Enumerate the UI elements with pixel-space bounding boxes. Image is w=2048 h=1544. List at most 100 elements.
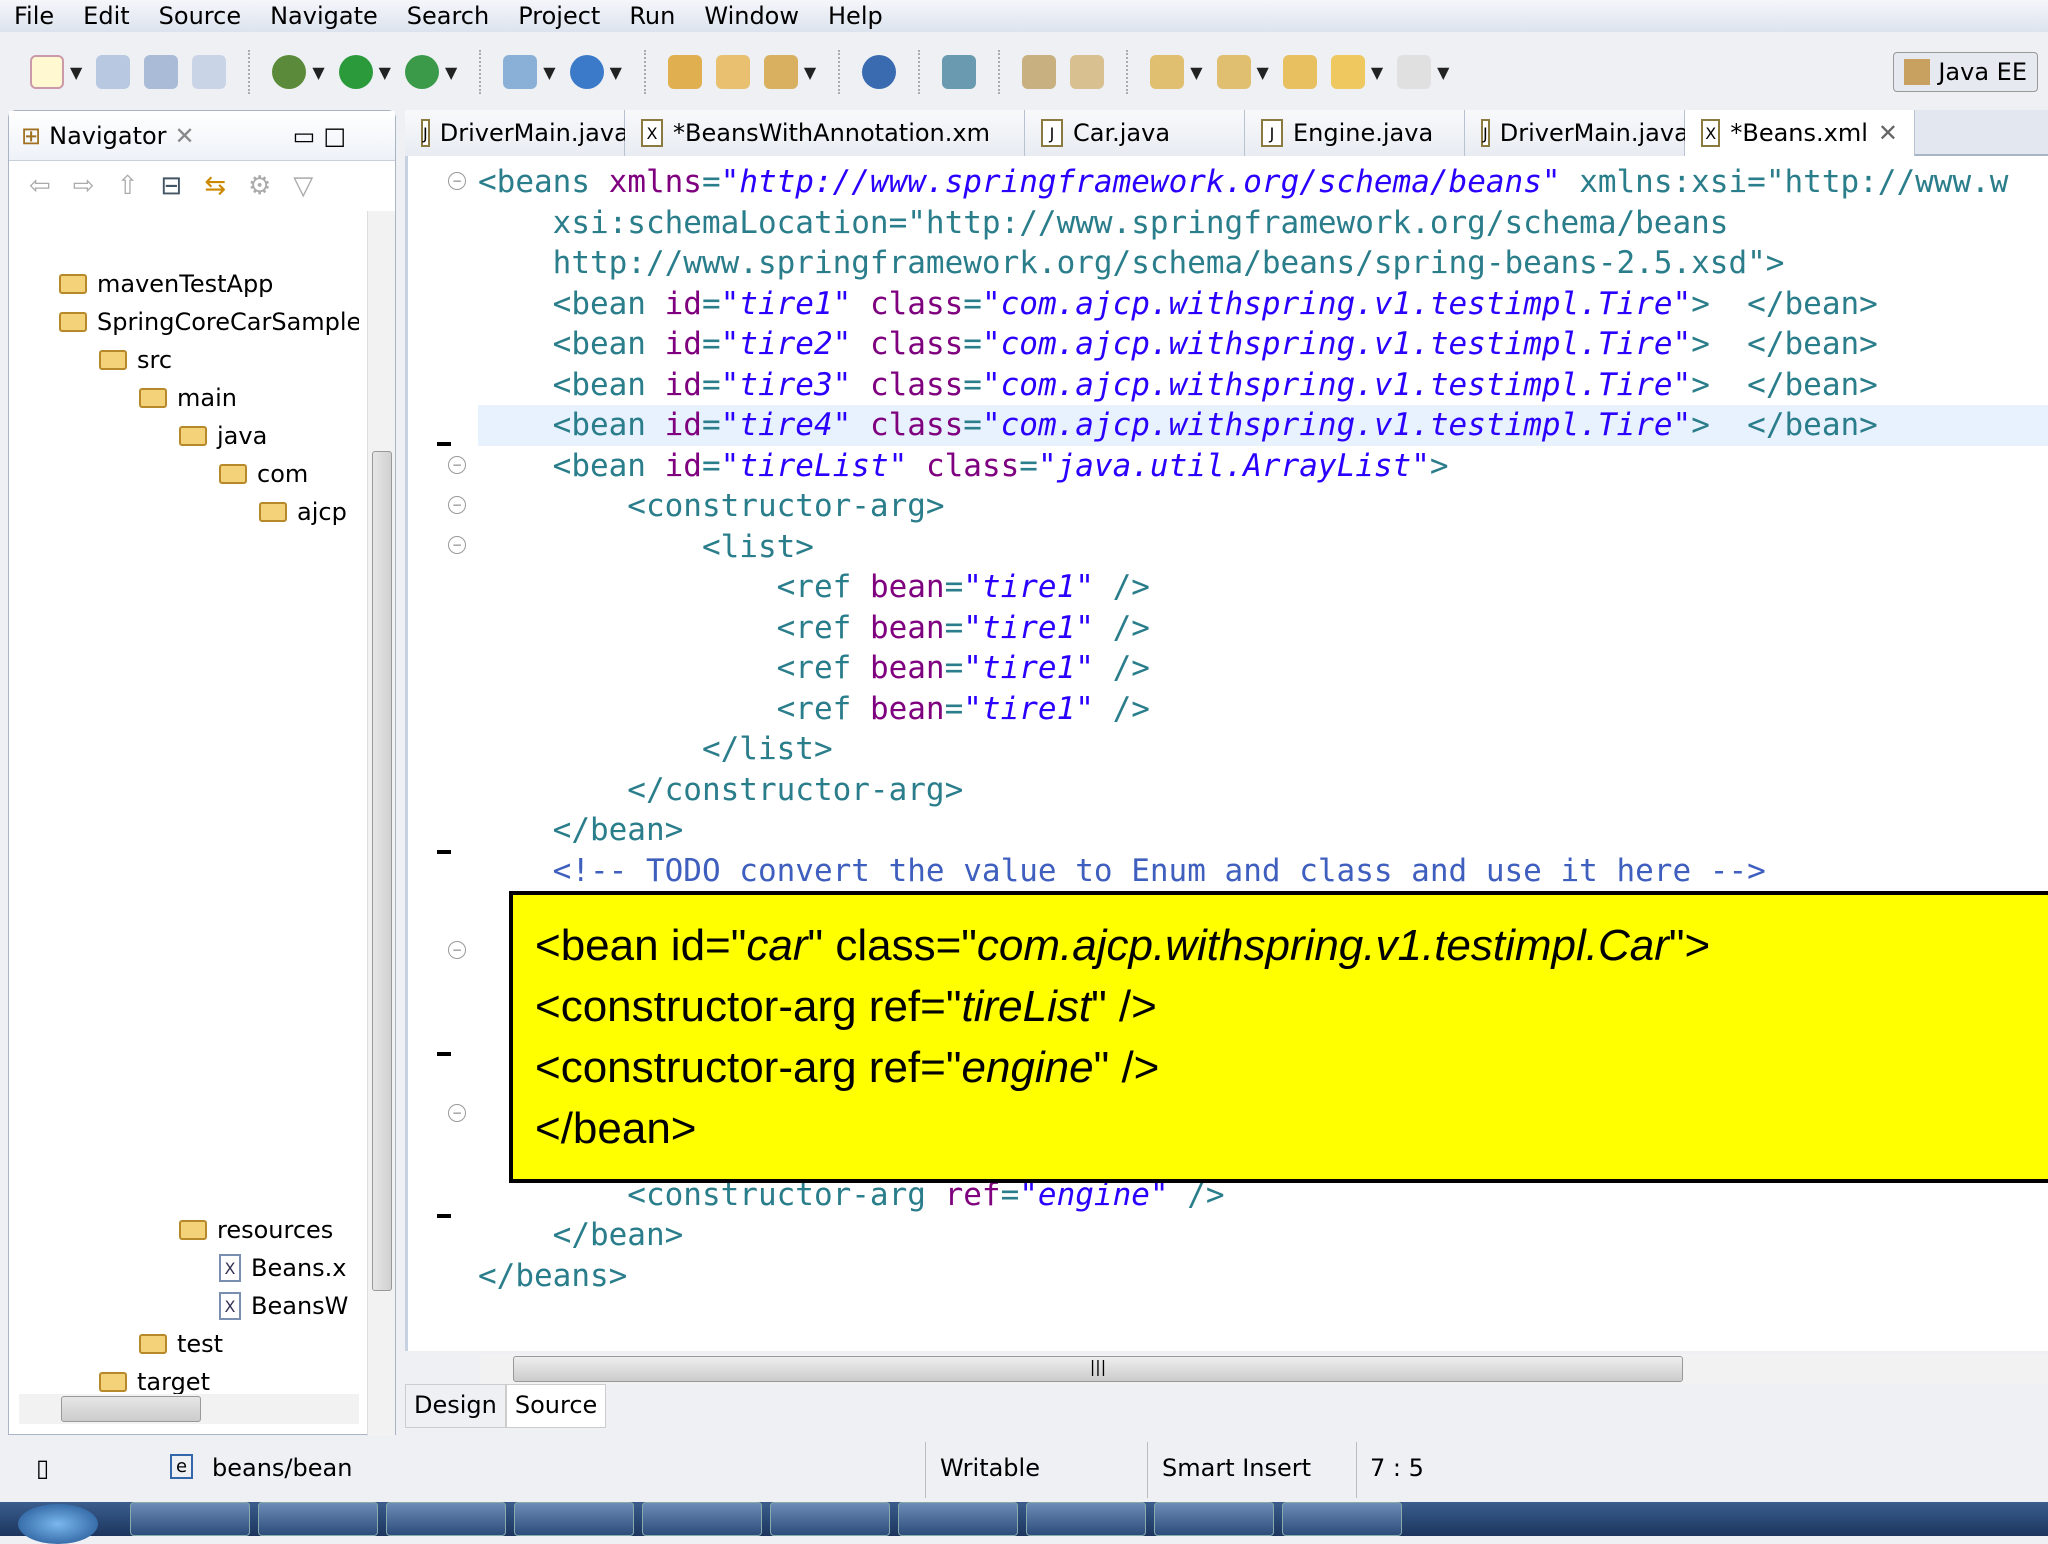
run-external-icon[interactable]: [404, 55, 439, 89]
menu-navigate[interactable]: Navigate: [270, 2, 378, 30]
scroll-thumb[interactable]: |||: [513, 1356, 1683, 1382]
up-icon[interactable]: ⇧: [117, 171, 139, 201]
fold-icon[interactable]: −: [448, 496, 466, 514]
fast-view-icon[interactable]: ▯: [36, 1454, 49, 1482]
print-icon[interactable]: [192, 55, 227, 89]
chevron-down-icon[interactable]: ▼: [379, 63, 391, 82]
editor-tab[interactable]: J DriverMain.java: [405, 110, 629, 156]
menu-search[interactable]: Search: [407, 2, 489, 30]
code-line[interactable]: <beans xmlns="http://www.springframework…: [478, 162, 2048, 203]
code-line[interactable]: <bean id="tire3" class="com.ajcp.withspr…: [478, 365, 2048, 406]
editor-horizontal-scrollbar[interactable]: |||: [480, 1354, 2048, 1384]
tree-item[interactable]: X Beans.x: [219, 1249, 346, 1287]
taskbar-powerpoint[interactable]: [1154, 1502, 1274, 1536]
code-line[interactable]: <list>: [478, 527, 2048, 568]
last-edit-icon[interactable]: [1282, 55, 1317, 89]
tree-item[interactable]: java: [179, 417, 267, 455]
code-line[interactable]: </bean>: [478, 1215, 2048, 1256]
tab-design[interactable]: Design: [405, 1384, 506, 1428]
tree-item[interactable]: main: [139, 379, 237, 417]
chevron-down-icon[interactable]: ▼: [1190, 63, 1202, 82]
tab-source[interactable]: Source: [505, 1384, 607, 1428]
chevron-down-icon[interactable]: ▼: [610, 63, 622, 82]
tree-item[interactable]: mavenTestApp: [59, 265, 273, 303]
code-line[interactable]: <bean id="tire2" class="com.ajcp.withspr…: [478, 324, 2048, 365]
code-line[interactable]: <ref bean="tire1" />: [478, 608, 2048, 649]
perspective-button[interactable]: Java EE: [1893, 52, 2038, 92]
chevron-down-icon[interactable]: ▼: [543, 63, 555, 82]
close-icon[interactable]: ✕: [175, 122, 195, 150]
code-line[interactable]: </constructor-arg>: [478, 770, 2048, 811]
tree-item[interactable]: test: [139, 1325, 223, 1363]
new-service-icon[interactable]: [569, 55, 604, 89]
menu-run[interactable]: Run: [629, 2, 675, 30]
taskbar-app[interactable]: [258, 1502, 378, 1536]
chevron-down-icon[interactable]: ▼: [70, 63, 82, 82]
taskbar-app[interactable]: [386, 1502, 506, 1536]
code-line[interactable]: <ref bean="tire1" />: [478, 648, 2048, 689]
collapse-all-icon[interactable]: ⊟: [160, 171, 182, 201]
editor-tab[interactable]: X *Beans.xml ✕: [1685, 110, 1915, 156]
editor-tab[interactable]: J Engine.java: [1245, 110, 1465, 156]
editor-tab[interactable]: J Car.java: [1025, 110, 1245, 156]
chevron-down-icon[interactable]: ▼: [1257, 63, 1269, 82]
back-icon[interactable]: [1330, 55, 1365, 89]
code-line[interactable]: <bean id="tire1" class="com.ajcp.withspr…: [478, 284, 2048, 325]
taskbar-cmd[interactable]: [1026, 1502, 1146, 1536]
close-icon[interactable]: ✕: [1878, 119, 1898, 147]
tree-item[interactable]: resources: [179, 1211, 333, 1249]
tree-item[interactable]: SpringCoreCarSample: [59, 303, 359, 341]
chevron-down-icon[interactable]: ▼: [804, 63, 816, 82]
open-task-icon[interactable]: [715, 55, 750, 89]
menu-help[interactable]: Help: [828, 2, 883, 30]
code-line[interactable]: http://www.springframework.org/schema/be…: [478, 243, 2048, 284]
taskbar-eclipse[interactable]: [898, 1502, 1018, 1536]
code-line[interactable]: </list>: [478, 729, 2048, 770]
run-icon[interactable]: [338, 55, 373, 89]
tree-item[interactable]: ajcp: [259, 493, 347, 531]
forward-icon[interactable]: ⇨: [73, 171, 95, 201]
code-line[interactable]: xsi:schemaLocation="http://www.springfra…: [478, 203, 2048, 244]
forward-icon[interactable]: [1397, 55, 1432, 89]
back-icon[interactable]: ⇦: [29, 171, 51, 201]
chevron-down-icon[interactable]: ▼: [1371, 63, 1383, 82]
toggle-mark-icon[interactable]: [1022, 55, 1057, 89]
refresh-icon[interactable]: [942, 55, 977, 89]
code-line[interactable]: </beans>: [478, 1256, 2048, 1297]
tree-item[interactable]: com: [219, 455, 308, 493]
start-button[interactable]: [18, 1504, 98, 1544]
search-icon[interactable]: [763, 55, 798, 89]
menu-project[interactable]: Project: [518, 2, 600, 30]
link-editor-icon[interactable]: ⇆: [204, 171, 226, 201]
fold-icon[interactable]: −: [448, 172, 466, 190]
vertical-scrollbar[interactable]: [367, 211, 395, 1501]
code-line[interactable]: <bean id="tire4" class="com.ajcp.withspr…: [478, 405, 2048, 446]
fold-icon[interactable]: −: [448, 941, 466, 959]
menu-window[interactable]: Window: [704, 2, 799, 30]
chevron-down-icon[interactable]: ▼: [1437, 63, 1449, 82]
save-all-icon[interactable]: [144, 55, 179, 89]
taskbar-firefox[interactable]: [130, 1502, 250, 1536]
debug-icon[interactable]: [272, 55, 307, 89]
view-menu-icon[interactable]: ▽: [293, 171, 313, 201]
taskbar-ie[interactable]: [770, 1502, 890, 1536]
code-line[interactable]: <bean id="tireList" class="java.util.Arr…: [478, 446, 2048, 487]
next-annotation-icon[interactable]: [1150, 55, 1185, 89]
code-line[interactable]: <ref bean="tire1" />: [478, 689, 2048, 730]
minimize-icon[interactable]: ▭: [293, 122, 316, 150]
fold-icon[interactable]: −: [448, 536, 466, 554]
code-line[interactable]: <constructor-arg>: [478, 486, 2048, 527]
save-icon[interactable]: [96, 55, 131, 89]
editor-tab[interactable]: X *BeansWithAnnotation.xm: [625, 110, 1025, 156]
navigator-tab[interactable]: ⊞ Navigator ✕ ▭ □: [9, 111, 395, 161]
web-browser-icon[interactable]: [862, 55, 897, 89]
taskbar-chrome[interactable]: [514, 1502, 634, 1536]
tree-item[interactable]: X BeansW: [219, 1287, 348, 1325]
new-server-icon[interactable]: [503, 55, 538, 89]
taskbar-explorer[interactable]: [642, 1502, 762, 1536]
filter-icon[interactable]: ⚙: [248, 171, 271, 201]
menu-file[interactable]: File: [14, 2, 54, 30]
taskbar-paint[interactable]: [1282, 1502, 1402, 1536]
tree-item[interactable]: src: [99, 341, 172, 379]
menu-source[interactable]: Source: [159, 2, 241, 30]
